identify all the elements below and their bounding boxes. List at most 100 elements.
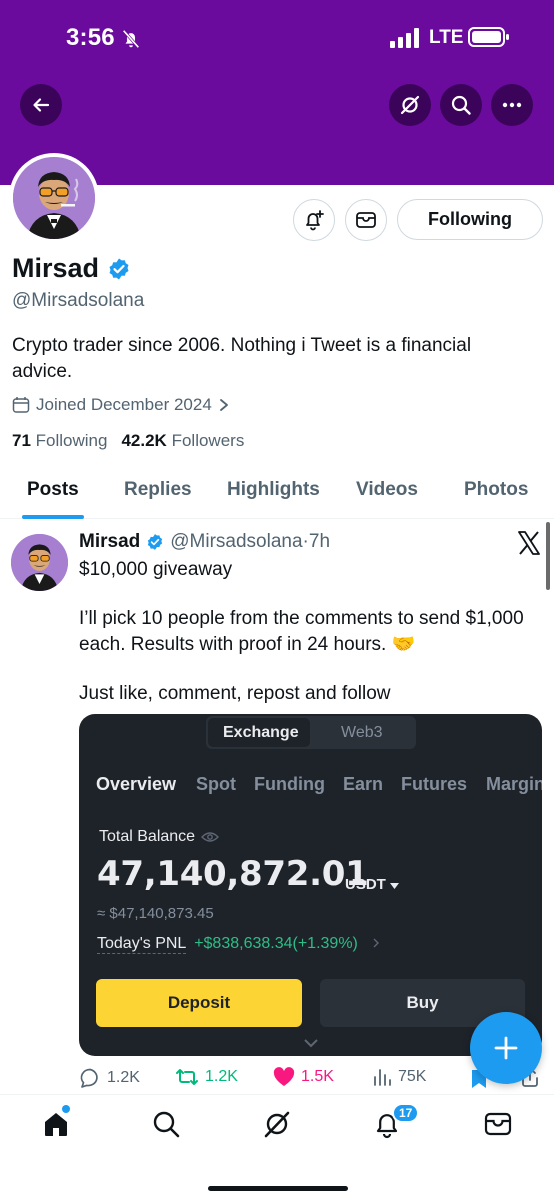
profile-tabs: Posts Replies Highlights Videos Photos: [0, 464, 554, 519]
messages-envelope-icon[interactable]: [483, 1109, 513, 1139]
total-balance-label: Total Balance: [99, 828, 196, 845]
media-nav-earn: Earn: [343, 774, 384, 794]
post-header: Mirsad @Mirsadsolana · 7h: [79, 531, 330, 553]
display-name: Mirsad: [12, 253, 100, 283]
bell-plus-icon: [306, 210, 324, 231]
post-time[interactable]: 7h: [309, 531, 330, 553]
verified-badge-icon: [148, 534, 163, 550]
tab-posts[interactable]: Posts: [27, 479, 79, 501]
explore-search-icon[interactable]: [151, 1109, 181, 1139]
plus-icon: [494, 1036, 518, 1060]
currency-label: USDT: [345, 876, 386, 893]
search-icon: [451, 95, 471, 115]
media-nav-spot: Spot: [196, 774, 236, 794]
repost-action[interactable]: 1.2K: [175, 1067, 238, 1087]
back-button[interactable]: [20, 84, 62, 126]
pnl-value: +$838,638.34(+1.39%): [194, 935, 358, 952]
following-button[interactable]: Following: [397, 199, 543, 240]
tab-photos[interactable]: Photos: [464, 479, 528, 501]
grok-button[interactable]: [389, 84, 431, 126]
segment-web3: Web3: [341, 724, 383, 741]
balance-approx: ≈ $47,140,873.45: [97, 905, 214, 922]
notifications-toggle-button[interactable]: [293, 199, 335, 241]
calendar-icon: [12, 397, 30, 413]
heart-filled-icon: [273, 1067, 295, 1086]
avatar-illustration: [13, 157, 95, 239]
x-logo-icon: [518, 531, 540, 555]
chevron-down-icon: [304, 1039, 318, 1048]
repost-count: 1.2K: [205, 1068, 238, 1085]
following-count: 71: [12, 431, 31, 450]
status-time: 3:56: [66, 24, 115, 51]
following-stat[interactable]: 71 Following: [12, 431, 107, 451]
joined-date: Joined December 2024: [36, 395, 212, 414]
compose-post-button[interactable]: [470, 1012, 542, 1084]
signal-icon: [390, 28, 419, 48]
views-chart-icon: [374, 1069, 391, 1086]
profile-avatar[interactable]: [9, 153, 99, 243]
avatar-illustration: [11, 534, 68, 591]
verified-badge-icon[interactable]: [107, 257, 131, 281]
media-nav-futures: Futures: [401, 774, 468, 794]
reply-count: 1.2K: [107, 1069, 140, 1086]
views-count: 75K: [398, 1068, 427, 1085]
post-author-avatar[interactable]: [11, 534, 68, 591]
envelope-icon: [356, 212, 376, 228]
repost-icon: [176, 1069, 198, 1085]
caret-down-icon: [390, 883, 400, 889]
chevron-right-icon: [219, 399, 228, 411]
like-action[interactable]: 1.5K: [273, 1067, 334, 1087]
chevron-right-icon: [373, 938, 380, 948]
arrow-left-icon: [33, 98, 50, 112]
notifications-badge: 17: [392, 1103, 420, 1123]
followers-label: Followers: [171, 431, 245, 450]
more-options-button[interactable]: [491, 84, 533, 126]
following-label: Following: [35, 431, 108, 450]
currency-selector: USDT: [345, 876, 400, 893]
media-nav-overview: Overview: [96, 774, 177, 794]
reply-icon: [80, 1068, 98, 1088]
home-indicator: [208, 1186, 348, 1191]
grok-icon: [400, 95, 420, 115]
message-button[interactable]: [345, 199, 387, 241]
total-balance-value: 47,140,872.01: [97, 854, 369, 894]
segment-exchange: Exchange: [223, 724, 299, 741]
media-deposit-button: Deposit: [96, 979, 302, 1027]
profile-name-row: Mirsad: [12, 253, 131, 284]
home-icon[interactable]: [41, 1109, 71, 1139]
network-type: LTE: [429, 27, 464, 48]
followers-stat[interactable]: 42.2K Followers: [121, 431, 244, 451]
post-text-title: $10,000 giveaway: [79, 559, 233, 580]
like-count: 1.5K: [301, 1068, 334, 1085]
bottom-navigation: 17: [0, 1094, 554, 1200]
post-media-image[interactable]: Exchange Web3 Overview Spot Funding Earn…: [79, 714, 542, 1056]
post-text-cta: Just like, comment, repost and follow: [79, 683, 391, 704]
active-tab-indicator: [22, 515, 84, 519]
more-horizontal-icon: [502, 102, 522, 108]
eye-icon: [201, 832, 220, 842]
home-unread-dot: [62, 1105, 70, 1113]
views-action[interactable]: 75K: [372, 1067, 426, 1087]
pnl-label: Today's PNL: [97, 935, 186, 954]
post-text-body: I’ll pick 10 people from the comments to…: [79, 608, 524, 655]
media-nav-funding: Funding: [254, 774, 325, 794]
grok-icon[interactable]: [262, 1109, 292, 1139]
followers-count: 42.2K: [121, 431, 167, 450]
pnl-row: Today's PNL +$838,638.34(+1.39%): [97, 935, 380, 954]
media-nav-margin: Margin: [486, 774, 542, 794]
post-author-name[interactable]: Mirsad: [79, 531, 140, 553]
total-balance-row: Total Balance: [99, 828, 220, 846]
post-author-handle[interactable]: @Mirsadsolana: [170, 531, 302, 553]
profile-bio: Crypto trader since 2006. Nothing i Twee…: [12, 335, 472, 382]
follow-stats: 71 Following 42.2K Followers: [12, 431, 244, 451]
tab-videos[interactable]: Videos: [356, 479, 418, 501]
tab-replies[interactable]: Replies: [124, 479, 192, 501]
battery-icon: [468, 27, 509, 47]
reply-action[interactable]: 1.2K: [79, 1067, 140, 1089]
profile-handle: @Mirsadsolana: [12, 290, 145, 311]
bell-off-icon: [122, 29, 140, 49]
joined-date-row[interactable]: Joined December 2024: [12, 395, 230, 415]
exchange-web3-toggle: Exchange Web3: [206, 716, 416, 749]
search-button[interactable]: [440, 84, 482, 126]
tab-highlights[interactable]: Highlights: [227, 479, 320, 501]
